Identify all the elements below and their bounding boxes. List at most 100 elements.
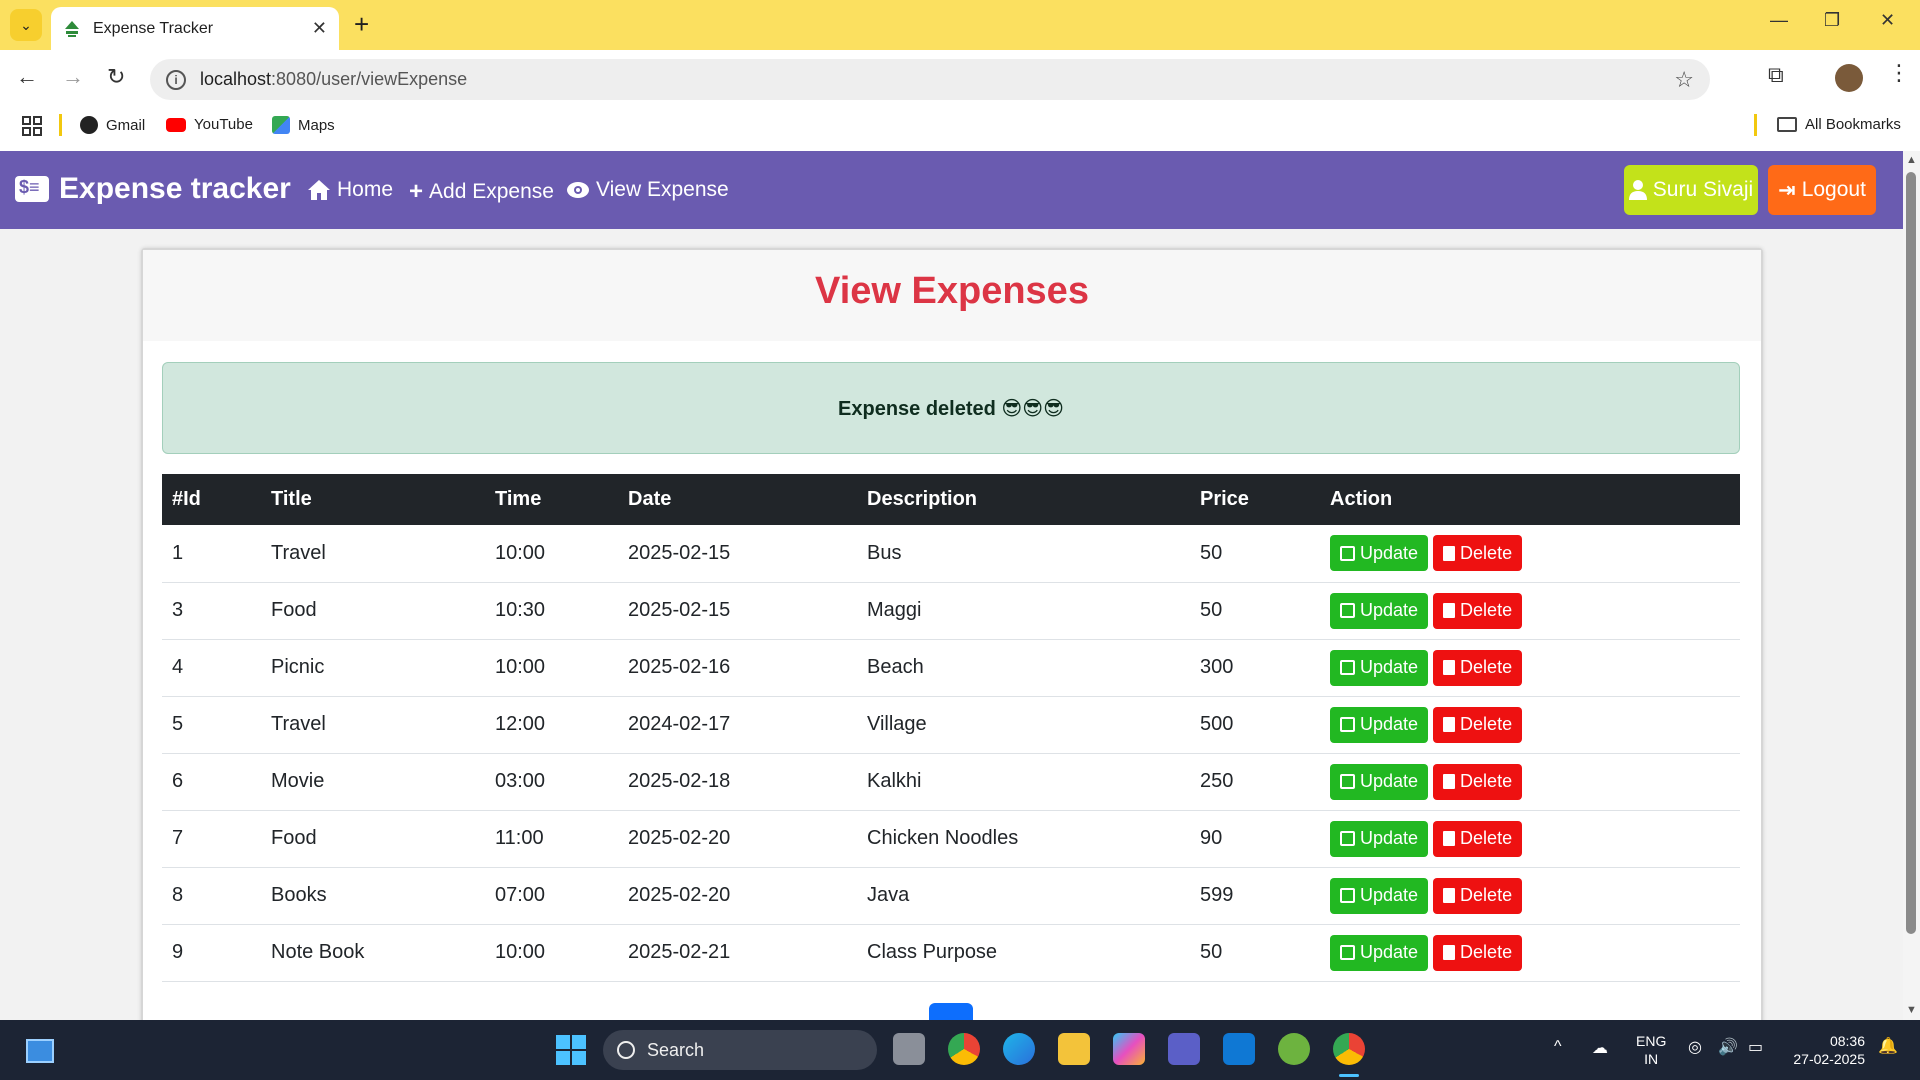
update-button[interactable]: Update [1330,706,1429,743]
scroll-up-arrow-icon[interactable]: ▲ [1906,154,1917,166]
cell-id: 9 [162,924,261,982]
tab-title: Expense Tracker [93,19,214,37]
nav-view-expense[interactable]: View Expense [566,178,729,202]
profile-avatar[interactable] [1835,64,1863,92]
cell-price: 599 [1190,867,1320,925]
logout-button[interactable]: ⇥ Logout [1768,165,1876,215]
delete-button[interactable]: Delete [1433,649,1523,686]
scrollbar-thumb[interactable] [1906,172,1916,934]
globe-icon [80,116,98,134]
cell-id: 8 [162,867,261,925]
delete-button[interactable]: Delete [1433,535,1523,572]
forward-icon[interactable]: → [62,64,84,90]
minimize-icon[interactable]: — [1770,10,1788,31]
scroll-down-arrow-icon[interactable]: ▼ [1906,1004,1917,1016]
delete-button[interactable]: Delete [1433,934,1523,971]
bookmark-star-icon[interactable]: ☆ [1674,67,1694,93]
copilot-icon[interactable] [1113,1033,1145,1065]
search-icon [617,1041,635,1059]
onedrive-icon[interactable]: ☁ [1592,1040,1608,1058]
delete-label: Delete [1460,542,1513,563]
all-bookmarks[interactable]: All Bookmarks [1777,116,1901,133]
delete-button[interactable]: Delete [1433,820,1523,857]
trash-icon [1443,603,1456,618]
trash-icon [1443,774,1456,789]
cell-action: Update Delete [1320,696,1740,754]
delete-button[interactable]: Delete [1433,592,1523,629]
update-label: Update [1360,542,1419,563]
cell-action: Update Delete [1320,810,1740,868]
table-row: 9 Note Book 10:00 2025-02-21 Class Purpose 50… [162,924,1740,982]
tab-search-chevron-icon[interactable]: ⌄ [10,9,42,41]
apps-grid-icon[interactable] [22,116,42,136]
browser-tab[interactable]: Expense Tracker ✕ [51,7,339,50]
extensions-icon[interactable]: ⧉ [1768,62,1784,88]
cell-date: 2025-02-18 [618,753,857,811]
delete-button[interactable]: Delete [1433,706,1523,743]
update-label: Update [1360,714,1419,734]
edit-icon [1340,831,1355,846]
delete-button[interactable]: Delete [1433,763,1523,800]
battery-icon[interactable]: ▭ [1748,1039,1763,1057]
maximize-icon[interactable]: ❐ [1824,10,1840,31]
taskbar-search[interactable]: Search [603,1030,877,1070]
update-button[interactable]: Update [1330,649,1429,686]
network-icon[interactable]: ◎ [1688,1039,1702,1057]
user-button[interactable]: Suru Sivaji [1624,165,1758,215]
bookmark-youtube[interactable]: YouTube [166,116,253,133]
task-view-icon[interactable] [893,1033,925,1065]
windows-start-icon[interactable] [556,1035,586,1065]
edge-icon[interactable] [1003,1033,1035,1065]
update-button[interactable]: Update [1330,763,1429,800]
delete-button[interactable]: Delete [1433,877,1523,914]
cell-date: 2025-02-20 [618,810,857,868]
address-bar[interactable]: i localhost:8080/user/viewExpense ☆ [150,59,1710,100]
widgets-icon[interactable] [26,1039,54,1063]
bookmark-maps[interactable]: Maps [272,116,335,134]
update-button[interactable]: Update [1330,535,1429,572]
file-explorer-icon[interactable] [1058,1033,1090,1065]
cell-action: Update Delete [1320,753,1740,811]
cell-time: 10:30 [485,582,618,640]
update-button[interactable]: Update [1330,877,1429,914]
brand[interactable]: Expense tracker [15,172,291,206]
update-button[interactable]: Update [1330,820,1429,857]
clock[interactable]: 08:36 27-02-2025 [1785,1032,1865,1068]
teams-icon[interactable] [1168,1033,1200,1065]
reload-icon[interactable]: ↻ [107,64,125,90]
edit-icon [1340,888,1355,903]
tab-close-icon[interactable]: ✕ [312,18,327,39]
cell-date: 2024-02-17 [618,696,857,754]
table-row: 3 Food 10:30 2025-02-15 Maggi 50 Update Delete [162,582,1740,640]
spring-tool-icon[interactable] [1278,1033,1310,1065]
chrome-icon[interactable] [948,1033,980,1065]
notification-bell-icon[interactable]: 🔔 [1878,1038,1898,1056]
pagination-button[interactable] [929,1003,973,1020]
browser-menu-icon[interactable]: ⋮ [1888,60,1910,86]
nav-add-expense[interactable]: + Add Expense [409,178,554,206]
cell-description: Kalkhi [857,753,1190,811]
cell-action: Update Delete [1320,867,1740,925]
col-header-id: #Id [172,488,201,510]
update-button[interactable]: Update [1330,592,1429,629]
window-close-icon[interactable]: ✕ [1880,10,1895,31]
delete-label: Delete [1460,714,1513,734]
bookmark-gmail[interactable]: Gmail [80,116,145,134]
cell-price: 90 [1190,810,1320,868]
user-icon [1628,180,1647,200]
home-icon [308,180,330,200]
chrome-active-icon[interactable] [1333,1033,1365,1065]
new-tab-icon[interactable]: + [354,10,369,38]
outlook-icon[interactable] [1223,1033,1255,1065]
cell-title: Food [261,810,485,868]
update-button[interactable]: Update [1330,934,1429,971]
tray-chevron-icon[interactable]: ^ [1554,1038,1562,1056]
cell-time: 10:00 [485,639,618,697]
edit-icon [1340,603,1355,618]
table-row: 5 Travel 12:00 2024-02-17 Village 500 Update De… [162,696,1740,754]
nav-home[interactable]: Home [307,178,393,202]
site-info-icon[interactable]: i [166,69,186,90]
volume-icon[interactable]: 🔊 [1718,1039,1738,1057]
language-indicator[interactable]: ENG IN [1636,1032,1666,1068]
back-icon[interactable]: ← [16,64,38,90]
